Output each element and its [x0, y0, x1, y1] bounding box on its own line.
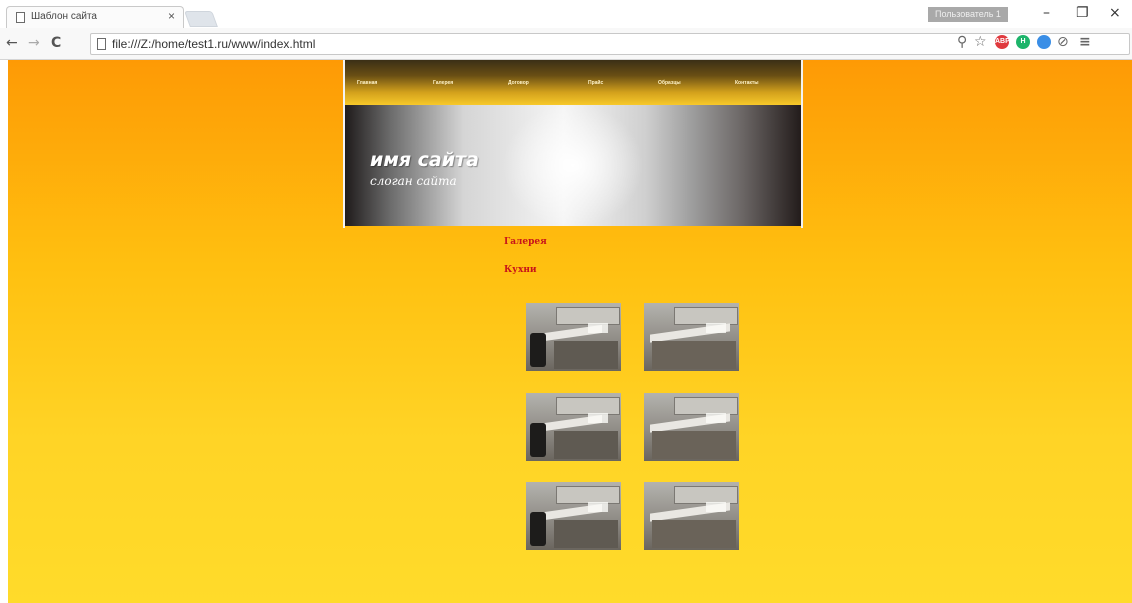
page-viewport: Главная Галерея Договор Прайс Образцы Ко… [8, 60, 1132, 603]
gallery-heading-link[interactable]: Галерея [504, 237, 547, 247]
gallery-thumbnail[interactable] [526, 303, 621, 371]
forward-icon[interactable]: → [28, 35, 40, 51]
photo-detail [530, 512, 546, 546]
photo-detail [706, 323, 726, 333]
extension-blue-icon[interactable] [1037, 35, 1051, 49]
tab-close-icon[interactable]: × [168, 9, 175, 23]
photo-detail [554, 341, 618, 369]
photo-detail [554, 520, 618, 548]
photo-detail [652, 431, 736, 459]
photo-detail [652, 520, 736, 548]
menu-icon[interactable]: ≡ [1079, 34, 1091, 50]
photo-detail [530, 333, 546, 367]
photo-detail [554, 431, 618, 459]
photo-gallery [526, 303, 740, 553]
nav-price[interactable]: Прайс [588, 80, 603, 86]
kitchens-link[interactable]: Кухни [504, 265, 537, 275]
nav-samples[interactable]: Образцы [658, 80, 681, 86]
browser-tab-bar: Шаблон сайта × Пользователь 1 – ❐ × [0, 0, 1132, 28]
photo-detail [588, 502, 608, 512]
photo-detail [588, 413, 608, 423]
close-window-icon[interactable]: × [1109, 5, 1121, 21]
site-header: Главная Галерея Договор Прайс Образцы Ко… [343, 60, 803, 228]
site-banner: имя сайта слоган сайта [345, 105, 801, 226]
photo-detail [706, 413, 726, 423]
restore-icon[interactable]: ❐ [1076, 5, 1089, 21]
site-slogan: слоган сайта [370, 174, 457, 188]
tab-title: Шаблон сайта [31, 11, 97, 22]
nav-home[interactable]: Главная [357, 80, 377, 86]
photo-detail [530, 423, 546, 457]
site-name: имя сайта [370, 149, 479, 171]
reload-icon[interactable]: C [51, 35, 61, 51]
photo-detail [652, 341, 736, 369]
nav-gallery[interactable]: Галерея [433, 80, 453, 86]
gallery-thumbnail[interactable] [644, 303, 739, 371]
back-icon[interactable]: ← [6, 35, 18, 51]
profile-button[interactable]: Пользователь 1 [928, 7, 1008, 22]
nav-contract[interactable]: Договор [508, 80, 529, 86]
photo-detail [588, 323, 608, 333]
address-text[interactable]: file:///Z:/home/test1.ru/www/index.html [112, 37, 315, 51]
gallery-thumbnail[interactable] [644, 393, 739, 461]
adblock-icon[interactable]: ABP [995, 35, 1010, 49]
zoom-icon[interactable]: ⚲ [957, 34, 967, 50]
page-icon [16, 12, 25, 23]
block-icon[interactable]: ⊘ [1057, 34, 1069, 50]
extension-green-icon[interactable]: H [1016, 35, 1030, 49]
site-nav: Главная Галерея Договор Прайс Образцы Ко… [345, 60, 801, 105]
photo-detail [706, 502, 726, 512]
browser-tab[interactable]: Шаблон сайта × [6, 6, 184, 28]
page-icon [97, 38, 106, 50]
gallery-thumbnail[interactable] [526, 393, 621, 461]
nav-contacts[interactable]: Контакты [735, 80, 759, 86]
bookmark-star-icon[interactable]: ☆ [974, 34, 987, 50]
minimize-icon[interactable]: – [1043, 5, 1050, 21]
gallery-thumbnail[interactable] [644, 482, 739, 550]
new-tab-button[interactable] [184, 11, 218, 27]
gallery-thumbnail[interactable] [526, 482, 621, 550]
